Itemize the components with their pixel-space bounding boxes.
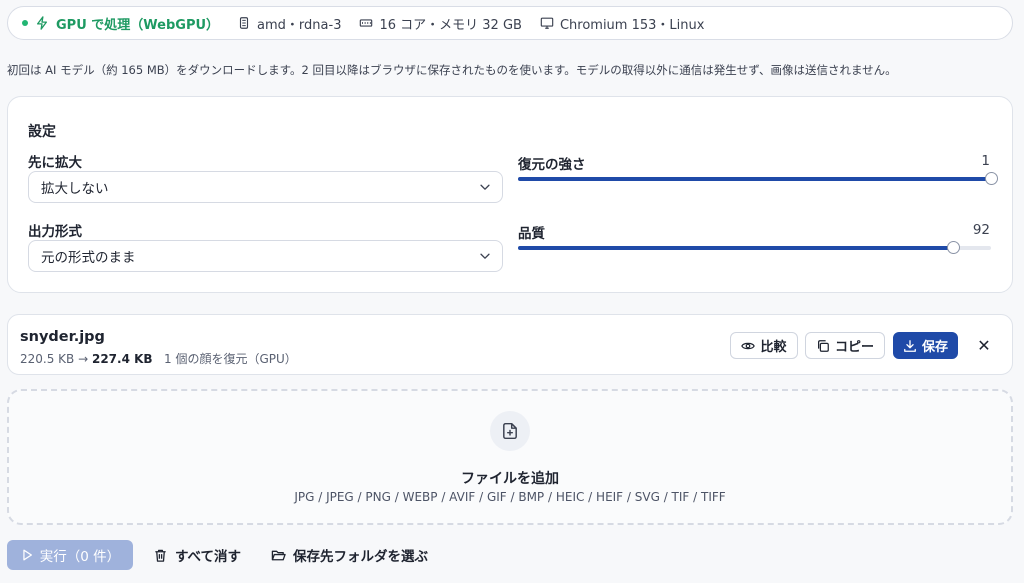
play-icon — [23, 549, 32, 561]
save-button-label: 保存 — [921, 340, 948, 355]
status-bar: GPU で処理（WebGPU） amd・rdna-3 16 コア・メモリ 32 … — [7, 6, 1013, 40]
browser-status: Chromium 153・Linux — [540, 14, 704, 33]
gpu-status-label: GPU で処理（WebGPU） — [56, 17, 220, 33]
chevron-down-icon — [480, 253, 490, 259]
dropzone-formats: JPG / JPEG / PNG / WEBP / AVIF / GIF / B… — [294, 490, 726, 504]
file-name: snyder.jpg — [20, 329, 105, 345]
remove-file-button[interactable]: ✕ — [973, 332, 995, 359]
choose-folder-button[interactable]: 保存先フォルダを選ぶ — [271, 545, 428, 565]
status-dot — [22, 20, 28, 26]
format-select[interactable]: 元の形式のまま — [28, 240, 503, 272]
hardware-status: 16 コア・メモリ 32 GB — [359, 14, 522, 33]
choose-folder-label: 保存先フォルダを選ぶ — [293, 549, 429, 565]
gpu-status: GPU で処理（WebGPU） — [22, 14, 219, 33]
strength-value: 1 — [981, 153, 990, 169]
strength-slider-thumb[interactable] — [985, 172, 998, 185]
download-icon — [904, 339, 916, 352]
chevron-down-icon — [480, 184, 490, 190]
strength-label: 復元の強さ — [518, 157, 586, 173]
hardware-label: 16 コア・メモリ 32 GB — [379, 17, 522, 33]
strength-slider[interactable] — [518, 172, 998, 185]
adapter-status: amd・rdna-3 — [237, 14, 341, 33]
download-notice: 初回は AI モデル（約 165 MB）をダウンロードします。2 回目以降はブラ… — [7, 63, 897, 77]
file-item: snyder.jpg 220.5 KB → 227.4 KB 1 個の顔を復元（… — [7, 314, 1013, 375]
run-button-label: 実行（0 件） — [39, 549, 121, 565]
save-button[interactable]: 保存 — [893, 332, 958, 359]
quality-label: 品質 — [518, 226, 545, 242]
adapter-label: amd・rdna-3 — [257, 17, 342, 33]
file-meta: 220.5 KB → 227.4 KB 1 個の顔を復元（GPU） — [20, 350, 297, 367]
quality-slider[interactable] — [518, 241, 991, 254]
clear-all-label: すべて消す — [175, 549, 242, 565]
monitor-icon — [540, 16, 554, 30]
quality-value: 92 — [972, 222, 990, 238]
folder-open-icon — [271, 550, 286, 560]
file-size-to: 227.4 KB — [91, 352, 153, 366]
upscale-select[interactable]: 拡大しない — [28, 171, 503, 203]
dropzone-title: ファイルを追加 — [461, 471, 559, 487]
chip-icon — [237, 16, 251, 30]
format-select-value: 元の形式のまま — [41, 250, 136, 266]
footer-actions: 実行（0 件） すべて消す 保存先フォルダを選ぶ — [7, 540, 428, 570]
run-button[interactable]: 実行（0 件） — [7, 540, 133, 570]
file-size-from: 220.5 KB → — [20, 352, 89, 366]
settings-title: 設定 — [28, 124, 56, 140]
memory-icon — [359, 16, 373, 30]
close-icon: ✕ — [977, 336, 991, 355]
file-dropzone[interactable]: ファイルを追加 JPG / JPEG / PNG / WEBP / AVIF /… — [7, 389, 1013, 525]
browser-label: Chromium 153・Linux — [559, 17, 705, 33]
settings-panel: 設定 先に拡大 拡大しない 出力形式 元の形式のまま 復元の強さ 1 品質 92 — [7, 96, 1013, 293]
trash-icon — [155, 549, 166, 562]
quality-slider-thumb[interactable] — [947, 241, 961, 254]
copy-button-label: コピー — [834, 340, 874, 355]
file-detail: 1 個の顔を復元（GPU） — [164, 352, 297, 366]
copy-button[interactable]: コピー — [805, 332, 885, 359]
quality-slider-fill — [518, 246, 954, 250]
clear-all-button[interactable]: すべて消す — [153, 545, 241, 565]
eye-icon — [741, 342, 756, 349]
copy-icon — [817, 339, 829, 352]
format-label: 出力形式 — [28, 224, 82, 240]
strength-slider-fill — [518, 177, 991, 181]
add-file-icon — [490, 411, 530, 451]
compare-button-label: 比較 — [760, 340, 787, 355]
compare-button[interactable]: 比較 — [730, 332, 798, 359]
upscale-select-value: 拡大しない — [41, 181, 109, 197]
bolt-icon — [35, 16, 49, 30]
upscale-label: 先に拡大 — [28, 155, 82, 171]
